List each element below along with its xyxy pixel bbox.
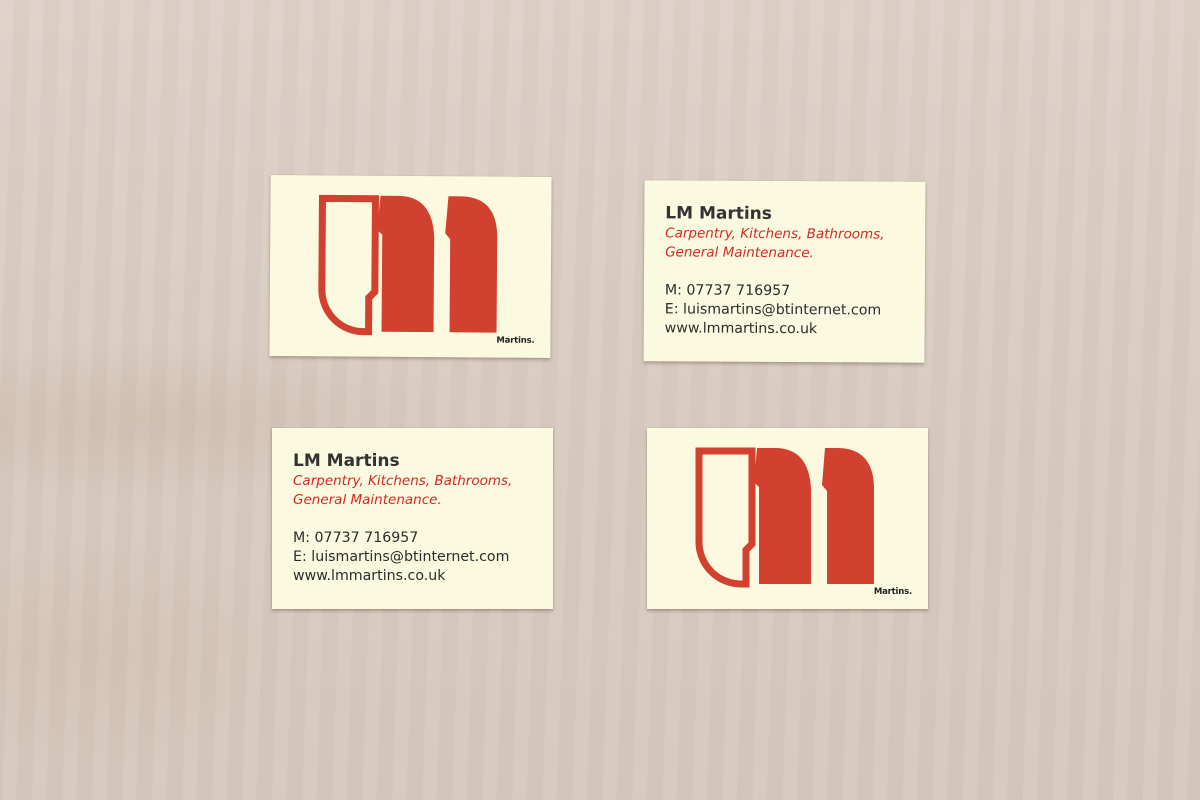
services-line-1: Carpentry, Kitchens, Bathrooms, xyxy=(665,225,885,243)
logo-hump-2 xyxy=(445,196,498,333)
lm-logo xyxy=(695,447,874,588)
website-url: www.lmmartins.co.uk xyxy=(664,320,818,338)
logo-l-outline xyxy=(695,447,756,588)
email-address: E: luismartins@btinternet.com xyxy=(664,301,882,319)
email-address: E: luismartins@btinternet.com xyxy=(293,549,510,565)
mobile-number: M: 07737 716957 xyxy=(664,282,791,300)
mobile-number: M: 07737 716957 xyxy=(293,530,419,546)
business-card-contact-side: LM Martins Carpentry, Kitchens, Bathroom… xyxy=(643,180,926,363)
company-name: LM Martins xyxy=(665,203,772,224)
business-card-contact-side: LM Martins Carpentry, Kitchens, Bathroom… xyxy=(272,428,553,609)
logo-hump-1 xyxy=(754,448,811,584)
logo-hump-2 xyxy=(822,448,874,584)
lm-logo xyxy=(318,194,498,336)
company-name: LM Martins xyxy=(293,451,400,471)
business-card-logo-side: Martins. xyxy=(647,428,928,609)
services-line-2: General Maintenance. xyxy=(665,244,814,262)
business-card-logo-side: Martins. xyxy=(269,175,552,358)
services-line-2: General Maintenance. xyxy=(293,492,442,508)
logo-wordmark: Martins. xyxy=(873,587,912,597)
logo-wordmark: Martins. xyxy=(496,335,535,346)
logo-hump-1 xyxy=(377,195,435,333)
website-url: www.lmmartins.co.uk xyxy=(293,568,446,584)
logo-l-outline xyxy=(318,194,379,336)
services-line-1: Carpentry, Kitchens, Bathrooms, xyxy=(293,473,513,489)
